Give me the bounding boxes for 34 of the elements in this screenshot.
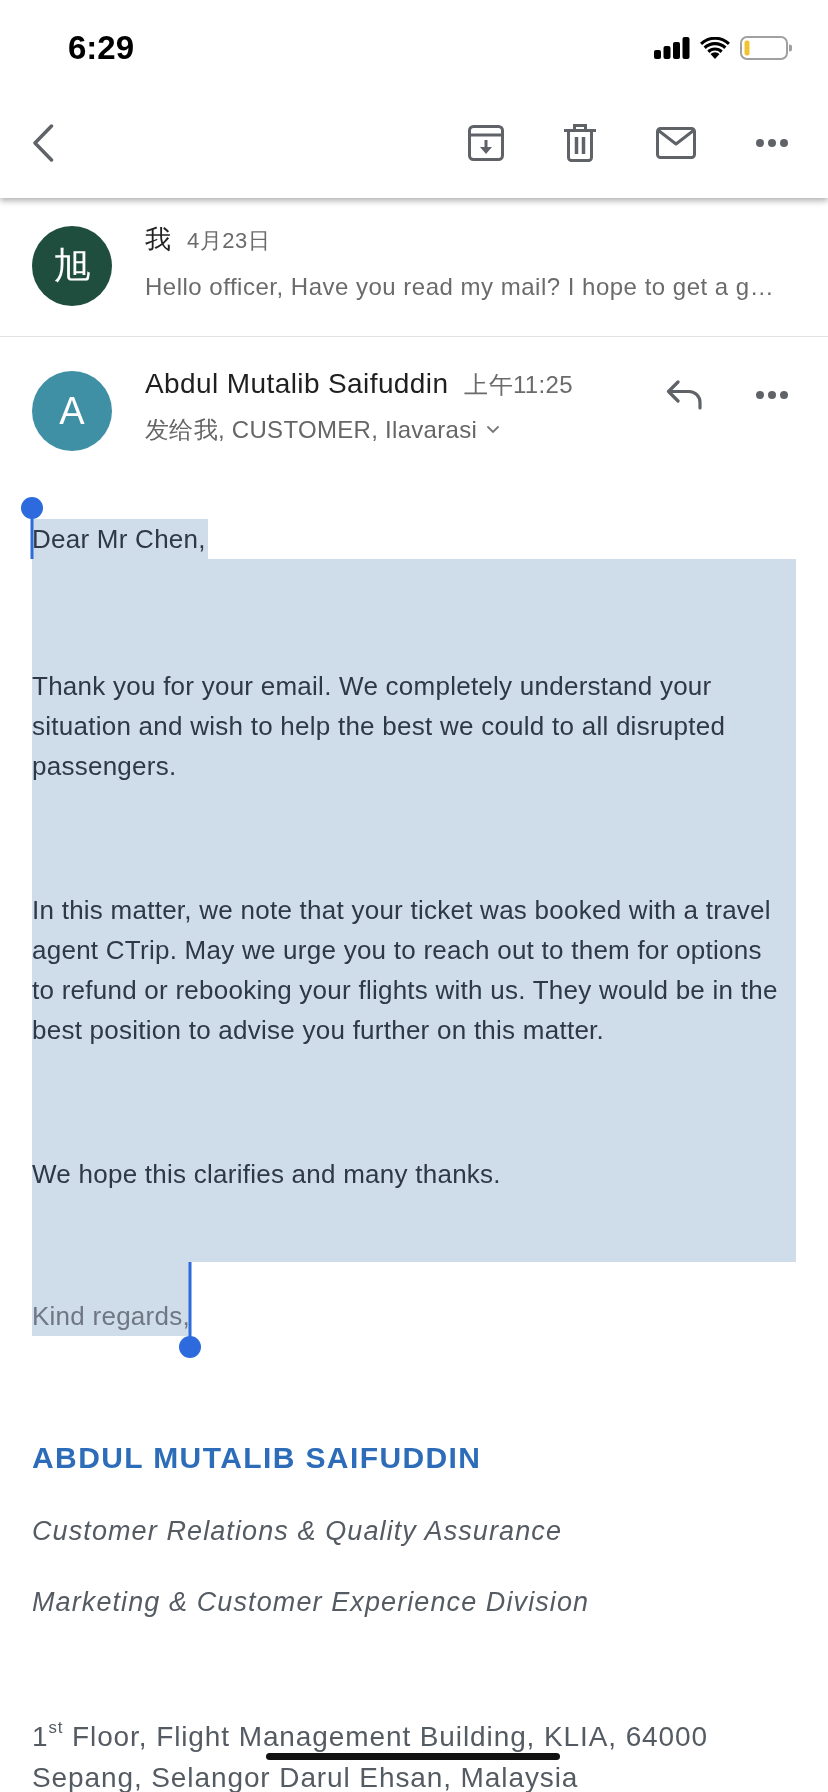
- sender-name: Abdul Mutalib Saifuddin: [145, 367, 449, 401]
- more-icon: [756, 139, 788, 147]
- body-paragraph: In this matter, we note that your ticket was booked with a travel agent CTrip. May we urge you to reach out to them for options to refund or rebooking your flights with us. They would be in the best position to advise you further on this matter.: [32, 894, 779, 1047]
- signature-title: Marketing & Customer Experience Division: [32, 1586, 590, 1619]
- avatar: 旭: [32, 226, 112, 306]
- chevron-left-icon: [32, 124, 54, 162]
- more-button[interactable]: [756, 139, 788, 147]
- recipients-toggle[interactable]: 发给我, CUSTOMER, Ilavarasi: [145, 413, 500, 447]
- body-paragraph: Thank you for your email. We completely understand your situation and wish to help the best we could to all disrupted passengers.: [32, 670, 727, 783]
- signature-name: ABDUL MUTALIB SAIFUDDIN: [32, 1440, 482, 1476]
- archive-button[interactable]: [468, 125, 504, 161]
- signature-title: Customer Relations & Quality Assurance: [32, 1515, 562, 1548]
- signal-icon: [654, 37, 690, 59]
- message-time: 上午11:25: [464, 370, 573, 400]
- body-paragraph: We hope this clarifies and many thanks.: [32, 1158, 502, 1191]
- envelope-icon: [656, 127, 696, 159]
- reply-button[interactable]: [666, 380, 702, 410]
- trash-icon: [564, 124, 596, 162]
- wifi-icon: [700, 37, 730, 59]
- sender-name: 我: [145, 223, 171, 255]
- address-line: 1$^{st}$ Floor, Flight Management Building, KLIA, 64000: [32, 1722, 708, 1752]
- message-date: 4月23日: [187, 227, 271, 255]
- delete-button[interactable]: [564, 124, 596, 162]
- more-icon: [756, 391, 788, 399]
- message-snippet: Hello officer, Have you read my mail? I hope to get a g…: [145, 272, 776, 302]
- back-button[interactable]: [32, 124, 54, 162]
- status-time: 6:29: [68, 28, 135, 68]
- reply-icon: [666, 380, 702, 410]
- archive-icon: [468, 125, 504, 161]
- mail-button[interactable]: [656, 127, 696, 159]
- avatar: A: [32, 371, 112, 451]
- address-line: Sepang, Selangor Darul Ehsan, Malaysia: [32, 1763, 579, 1792]
- more-button[interactable]: [756, 391, 788, 399]
- battery-icon: [740, 36, 792, 60]
